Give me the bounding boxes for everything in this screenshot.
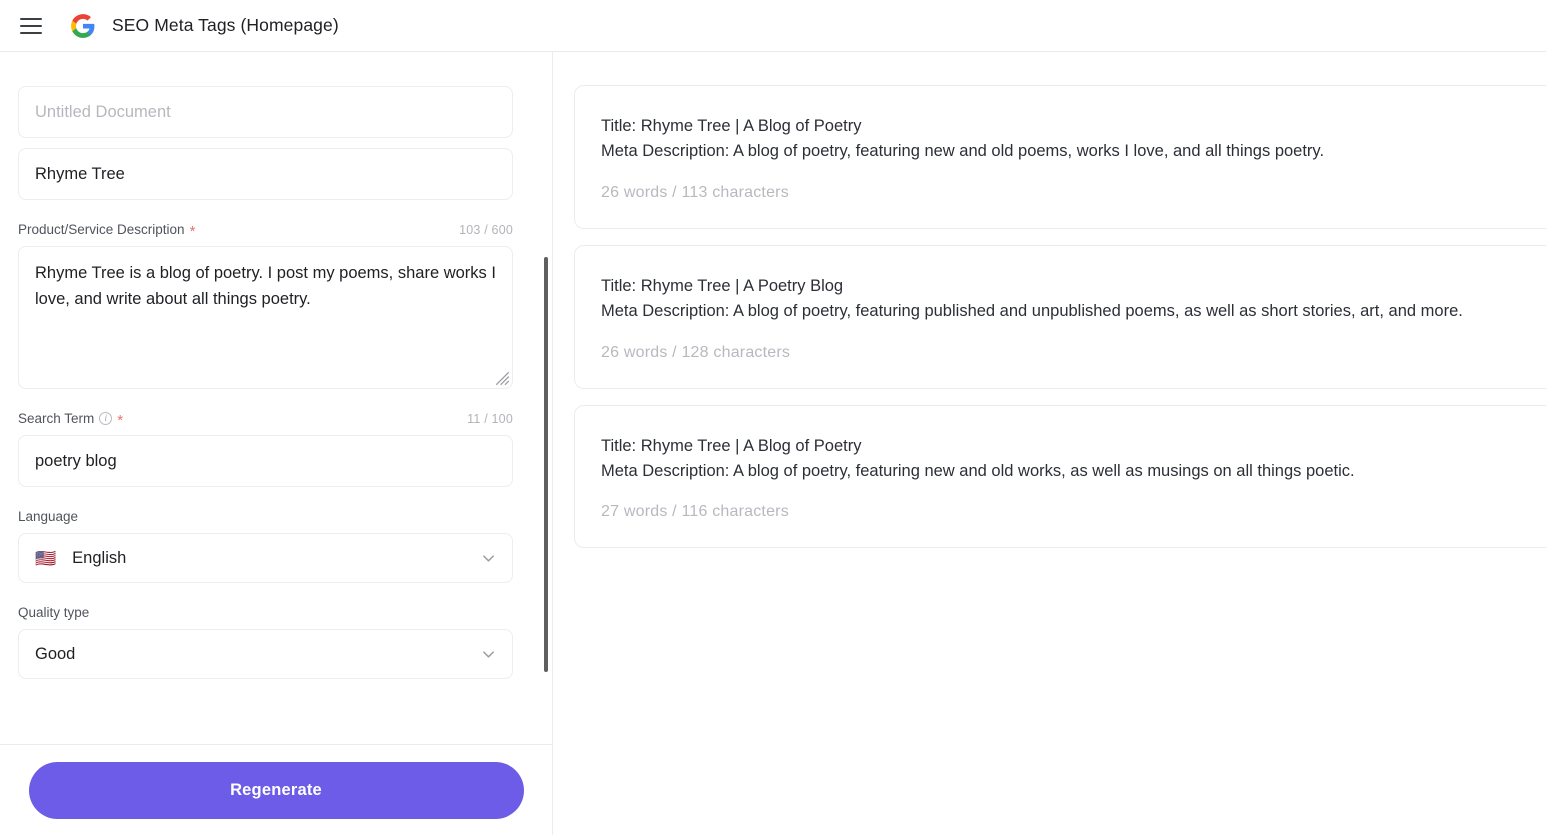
form-scrollbar[interactable] bbox=[541, 52, 551, 744]
required-asterisk: * bbox=[189, 223, 196, 240]
result-card[interactable]: Title: Rhyme Tree | A Blog of Poetry Meta… bbox=[574, 85, 1546, 229]
main-body: Product/Service Description * 103 / 600 … bbox=[0, 52, 1546, 835]
search-term-char-counter: 11 / 100 bbox=[467, 411, 513, 426]
results-panel: Title: Rhyme Tree | A Blog of Poetry Meta… bbox=[553, 52, 1546, 835]
language-label: Language bbox=[18, 509, 79, 524]
document-title-field bbox=[18, 86, 513, 138]
brand-name-input[interactable] bbox=[18, 148, 513, 200]
form-scroll-area: Product/Service Description * 103 / 600 … bbox=[0, 52, 552, 744]
result-title-line: Title: Rhyme Tree | A Blog of Poetry bbox=[601, 436, 862, 455]
hamburger-menu-icon[interactable] bbox=[18, 13, 44, 39]
result-card[interactable]: Title: Rhyme Tree | A Blog of Poetry Meta… bbox=[574, 404, 1546, 549]
description-textarea-wrapper: Rhyme Tree is a blog of poetry. I post m… bbox=[18, 246, 513, 389]
app-header: SEO Meta Tags (Homepage) bbox=[0, 0, 1546, 52]
description-textarea[interactable]: Rhyme Tree is a blog of poetry. I post m… bbox=[18, 246, 513, 389]
result-title-line: Title: Rhyme Tree | A Blog of Poetry bbox=[601, 117, 862, 135]
hamburger-line bbox=[20, 31, 42, 34]
google-logo-icon bbox=[71, 13, 95, 38]
info-icon[interactable]: i bbox=[99, 412, 113, 425]
search-term-label: Search Term bbox=[18, 411, 95, 426]
hamburger-line bbox=[20, 24, 42, 27]
result-card[interactable]: Title: Rhyme Tree | A Poetry Blog Meta De… bbox=[574, 244, 1546, 389]
result-meta-description-line: Meta Description: A blog of poetry, feat… bbox=[601, 302, 1463, 321]
quality-type-select[interactable]: Good bbox=[18, 629, 513, 679]
chevron-down-icon bbox=[483, 555, 494, 562]
search-term-input[interactable] bbox=[18, 435, 513, 487]
chevron-down-icon bbox=[483, 651, 494, 658]
form-panel: Product/Service Description * 103 / 600 … bbox=[0, 52, 553, 835]
description-char-counter: 103 / 600 bbox=[459, 222, 513, 237]
description-label-row: Product/Service Description * 103 / 600 bbox=[18, 222, 513, 240]
quality-type-selected-value: Good bbox=[35, 644, 76, 663]
brand-name-field bbox=[18, 148, 513, 200]
result-stats: 27 words / 116 characters bbox=[601, 503, 789, 521]
required-asterisk: * bbox=[117, 412, 124, 429]
search-term-label-row: Search Term i * 11 / 100 bbox=[18, 411, 513, 429]
us-flag-icon: 🇺🇸 bbox=[35, 548, 57, 568]
result-meta-description-line: Meta Description: A blog of poetry, feat… bbox=[601, 142, 1325, 161]
description-label: Product/Service Description bbox=[18, 222, 185, 237]
hamburger-line bbox=[20, 17, 42, 20]
quality-type-label: Quality type bbox=[18, 605, 90, 620]
results-list: Title: Rhyme Tree | A Blog of Poetry Meta… bbox=[553, 85, 1546, 549]
form-scrollbar-thumb[interactable] bbox=[544, 257, 548, 672]
document-title-input[interactable] bbox=[18, 86, 513, 138]
regenerate-button[interactable]: Regenerate bbox=[28, 761, 524, 819]
search-term-label-group: Search Term i * bbox=[18, 411, 124, 429]
result-stats: 26 words / 128 characters bbox=[601, 343, 791, 361]
description-label-group: Product/Service Description * bbox=[18, 222, 196, 240]
document-title: SEO Meta Tags (Homepage) bbox=[112, 15, 339, 35]
language-selected-value: English bbox=[72, 548, 127, 567]
form-footer: Regenerate bbox=[0, 744, 552, 835]
language-select[interactable]: 🇺🇸 English bbox=[18, 533, 513, 583]
result-meta-description-line: Meta Description: A blog of poetry, feat… bbox=[601, 462, 1355, 481]
result-title-line: Title: Rhyme Tree | A Poetry Blog bbox=[601, 276, 844, 295]
result-stats: 26 words / 113 characters bbox=[601, 183, 789, 201]
